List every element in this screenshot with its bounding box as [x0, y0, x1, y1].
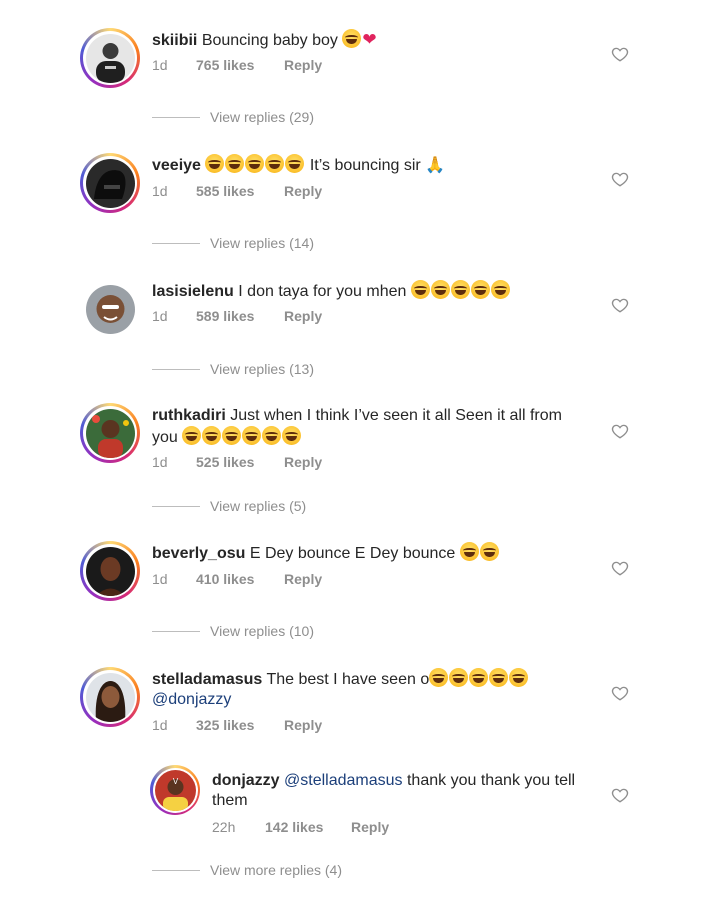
comment-username[interactable]: beverly_osu: [152, 545, 245, 562]
view-more-replies-label: View more replies (4): [210, 862, 343, 878]
tears-of-joy-emoji: [205, 154, 225, 173]
comment-likes[interactable]: 589 likes: [196, 308, 284, 324]
tears-of-joy-emoji: [469, 668, 489, 687]
avatar[interactable]: [80, 667, 140, 727]
avatar[interactable]: V: [150, 765, 200, 815]
comment-time: 1d: [152, 454, 168, 470]
reply-time: 22h: [212, 819, 236, 835]
reply-text-continued: them: [212, 792, 248, 809]
tears-of-joy-emoji: [449, 668, 469, 687]
heart-outline-icon[interactable]: [611, 296, 629, 314]
divider: [152, 368, 200, 370]
svg-text:V: V: [172, 777, 178, 786]
heart-outline-icon[interactable]: [611, 684, 629, 702]
comment-time: 1d: [152, 308, 168, 324]
comment-time: 1d: [152, 183, 168, 199]
comment-likes[interactable]: 525 likes: [196, 454, 284, 470]
tears-of-joy-emoji: [282, 426, 302, 445]
mention-link[interactable]: @stelladamasus: [284, 772, 403, 789]
comment-text: It’s bouncing sir: [309, 157, 421, 174]
tears-of-joy-emoji: [430, 280, 450, 299]
tears-of-joy-emoji: [479, 542, 499, 561]
folded-hands-emoji: 🙏: [425, 157, 446, 174]
view-replies-button[interactable]: View replies (29): [152, 109, 314, 125]
avatar[interactable]: [80, 541, 140, 601]
tears-of-joy-emoji: [222, 426, 242, 445]
comment-text: E Dey bounce E Dey bounce: [249, 545, 456, 562]
avatar[interactable]: [80, 153, 140, 213]
tears-of-joy-emoji: [490, 280, 510, 299]
tears-of-joy-emoji: [509, 668, 529, 687]
mention-link[interactable]: @donjazzy: [152, 691, 231, 708]
reply-button[interactable]: Reply: [284, 571, 322, 587]
tears-of-joy-emoji: [459, 542, 479, 561]
reply-button[interactable]: Reply: [284, 183, 322, 199]
reply-likes[interactable]: 142 likes: [265, 819, 351, 835]
comment-likes[interactable]: 765 likes: [196, 57, 284, 73]
reply-button[interactable]: Reply: [284, 454, 322, 470]
avatar[interactable]: [80, 279, 140, 339]
tears-of-joy-emoji: [202, 426, 222, 445]
divider: [152, 505, 200, 507]
comment-time: 1d: [152, 57, 168, 73]
comment-username[interactable]: skiibii: [152, 32, 197, 49]
heart-outline-icon[interactable]: [611, 786, 629, 804]
divider: [152, 869, 200, 871]
comment-time: 1d: [152, 571, 168, 587]
avatar[interactable]: [80, 403, 140, 463]
heart-outline-icon[interactable]: [611, 559, 629, 577]
view-replies-button[interactable]: View replies (13): [152, 361, 314, 377]
red-heart-emoji: ❤: [362, 30, 377, 49]
tears-of-joy-emoji: [182, 426, 202, 445]
comment-likes[interactable]: 585 likes: [196, 183, 284, 199]
reply-button[interactable]: Reply: [284, 57, 322, 73]
comment-username[interactable]: veeiye: [152, 157, 201, 174]
reply-text: thank you thank you tell: [406, 772, 576, 789]
comment-text: Bouncing baby boy: [201, 32, 338, 49]
comment-text-continued: you: [152, 429, 178, 446]
tears-of-joy-emoji: [265, 154, 285, 173]
view-replies-button[interactable]: View replies (5): [152, 498, 306, 514]
view-replies-label: View replies (29): [210, 109, 315, 125]
comment-text: I don taya for you mhen: [238, 283, 407, 300]
divider: [152, 116, 200, 118]
view-replies-label: View replies (10): [210, 623, 315, 639]
tears-of-joy-emoji: [342, 29, 362, 48]
tears-of-joy-emoji: [225, 154, 245, 173]
view-replies-label: View replies (5): [210, 498, 307, 514]
reply-username[interactable]: donjazzy: [212, 772, 280, 789]
reply-button[interactable]: Reply: [284, 717, 322, 733]
heart-outline-icon[interactable]: [611, 45, 629, 63]
view-replies-button[interactable]: View replies (14): [152, 235, 314, 251]
reply-button[interactable]: Reply: [284, 308, 322, 324]
comment-text: Just when I think I’ve seen it all Seen …: [230, 407, 562, 424]
tears-of-joy-emoji: [470, 280, 490, 299]
tears-of-joy-emoji: [262, 426, 282, 445]
tears-of-joy-emoji: [242, 426, 262, 445]
comment-username[interactable]: ruthkadiri: [152, 407, 226, 424]
view-replies-button[interactable]: View replies (10): [152, 623, 314, 639]
heart-outline-icon[interactable]: [611, 170, 629, 188]
comment-likes[interactable]: 325 likes: [196, 717, 284, 733]
comment-likes[interactable]: 410 likes: [196, 571, 284, 587]
tears-of-joy-emoji: [429, 668, 449, 687]
tears-of-joy-emoji: [450, 280, 470, 299]
divider: [152, 242, 200, 244]
avatar[interactable]: [80, 28, 140, 88]
reply-button[interactable]: Reply: [351, 819, 389, 835]
divider: [152, 630, 200, 632]
comment-time: 1d: [152, 717, 168, 733]
view-more-replies-button[interactable]: View more replies (4): [152, 862, 342, 878]
heart-outline-icon[interactable]: [611, 422, 629, 440]
tears-of-joy-emoji: [410, 280, 430, 299]
loudly-crying-emoji: [285, 154, 305, 173]
comment-username[interactable]: stelladamasus: [152, 671, 262, 688]
comment-username[interactable]: lasisielenu: [152, 283, 234, 300]
view-replies-label: View replies (13): [210, 361, 315, 377]
tears-of-joy-emoji: [489, 668, 509, 687]
view-replies-label: View replies (14): [210, 235, 315, 251]
comment-text: The best I have seen o: [266, 671, 430, 688]
tears-of-joy-emoji: [245, 154, 265, 173]
